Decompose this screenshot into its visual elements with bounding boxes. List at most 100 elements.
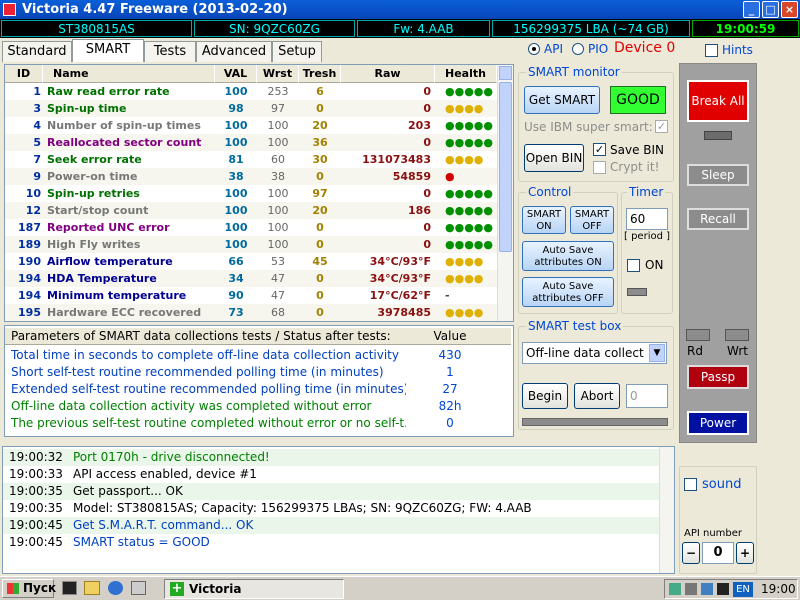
- table-row[interactable]: 7 Seek error rate 81 60 30 131073483 ●●●●: [5, 151, 497, 168]
- col-wrst[interactable]: Wrst: [257, 65, 299, 83]
- api-number-input[interactable]: 0: [702, 542, 734, 564]
- power-button[interactable]: Power: [687, 411, 749, 435]
- table-row[interactable]: 195 Hardware ECC recovered 73 68 0 3978485 ●●●…: [5, 304, 497, 321]
- app-tray-icon[interactable]: [717, 583, 729, 595]
- smart-on-button[interactable]: SMART ON: [522, 206, 566, 234]
- table-row[interactable]: 9 Power-on time 38 38 0 54859 ●: [5, 168, 497, 185]
- folder-icon[interactable]: [84, 581, 100, 595]
- ibm-super-smart-label: Use IBM super smart:: [524, 120, 653, 134]
- cell-raw: 54859: [392, 170, 431, 183]
- sleep-button[interactable]: Sleep: [687, 164, 749, 186]
- tab-tests[interactable]: Tests: [144, 41, 196, 62]
- close-button[interactable]: ×: [781, 1, 798, 18]
- test-type-select[interactable]: Off-line data collect ▼: [522, 342, 667, 364]
- api-number-decrement[interactable]: −: [682, 542, 700, 564]
- tab-strip: Standard SMART Tests Advanced Setup: [0, 39, 520, 62]
- col-raw[interactable]: Raw: [341, 65, 435, 83]
- tab-standard[interactable]: Standard: [2, 41, 72, 62]
- timer-period-input[interactable]: 60: [626, 208, 668, 230]
- chevron-down-icon[interactable]: ▼: [649, 344, 665, 362]
- table-row[interactable]: 1 Raw read error rate 100 253 6 0 ●●●●●: [5, 83, 497, 100]
- cell-name: Start/stop count: [47, 204, 149, 217]
- timer-indicator: [627, 288, 647, 296]
- sound-checkbox[interactable]: [684, 478, 697, 491]
- table-row[interactable]: 190 Airflow temperature 66 53 45 34°C/93°F ●●●…: [5, 253, 497, 270]
- victoria-app-icon: +: [170, 581, 184, 596]
- start-button[interactable]: Пуск: [2, 579, 56, 598]
- table-header: ID Name VAL Wrst Tresh Raw Health: [5, 65, 497, 83]
- cell-tresh: 0: [316, 289, 324, 302]
- abort-button[interactable]: Abort: [574, 383, 620, 409]
- test-value-field[interactable]: 0: [626, 384, 668, 408]
- cell-id: 3: [33, 102, 41, 115]
- cell-wrst: 100: [267, 119, 289, 132]
- console-icon[interactable]: [62, 581, 77, 595]
- tab-setup[interactable]: Setup: [272, 41, 322, 62]
- monitor-icon[interactable]: [701, 583, 713, 595]
- cell-health: ●●●●●: [445, 221, 493, 234]
- minimize-button[interactable]: _: [743, 1, 760, 18]
- table-row[interactable]: 4 Number of spin-up times 100 100 20 203 ●●●●●: [5, 117, 497, 134]
- log-message: API access enabled, device #1: [73, 467, 257, 481]
- cell-id: 189: [18, 238, 41, 251]
- cell-raw: 17°C/62°F: [369, 289, 431, 302]
- autosave-on-button[interactable]: Auto Save attributes ON: [522, 241, 614, 271]
- table-row[interactable]: 194 Minimum temperature 90 47 0 17°C/62°F -: [5, 287, 497, 304]
- network-icon[interactable]: [669, 583, 681, 595]
- test-progress-bar: [522, 418, 668, 426]
- media-icon[interactable]: [131, 581, 146, 595]
- language-indicator[interactable]: EN: [733, 582, 753, 597]
- cell-tresh: 20: [312, 119, 328, 132]
- autosave-off-button[interactable]: Auto Save attributes OFF: [522, 277, 614, 307]
- col-val[interactable]: VAL: [215, 65, 257, 83]
- passp-button[interactable]: Passp: [687, 365, 749, 389]
- drive-info-bar: ST380815AS SN: 9QZC60ZG Fw: 4.AAB 156299…: [0, 19, 800, 38]
- cell-name: Minimum temperature: [47, 289, 187, 302]
- params-label: Off-line data collection activity was co…: [11, 399, 372, 413]
- api-radio[interactable]: [528, 43, 540, 55]
- hints-checkbox[interactable]: [705, 44, 718, 57]
- get-smart-button[interactable]: Get SMART: [524, 86, 600, 114]
- save-bin-checkbox[interactable]: ✓: [593, 143, 606, 156]
- smart-off-button[interactable]: SMART OFF: [570, 206, 614, 234]
- crypt-checkbox[interactable]: [593, 161, 606, 174]
- tab-smart[interactable]: SMART: [72, 39, 144, 62]
- tab-advanced[interactable]: Advanced: [196, 41, 272, 62]
- col-name[interactable]: Name: [43, 65, 215, 83]
- begin-button[interactable]: Begin: [522, 383, 568, 409]
- cell-wrst: 47: [271, 272, 285, 285]
- cell-raw: 0: [423, 102, 431, 115]
- table-row[interactable]: 5 Reallocated sector count 100 100 36 0 ●●●●●: [5, 134, 497, 151]
- taskbar-victoria-button[interactable]: + Victoria: [164, 579, 344, 599]
- drive-firmware: Fw: 4.AAB: [357, 20, 490, 37]
- ibm-super-smart-checkbox[interactable]: ✓: [655, 120, 668, 133]
- table-row[interactable]: 187 Reported UNC error 100 100 0 0 ●●●●●: [5, 219, 497, 236]
- cell-tresh: 0: [316, 102, 324, 115]
- col-health[interactable]: Health: [435, 65, 497, 83]
- cell-wrst: 100: [267, 187, 289, 200]
- maximize-button[interactable]: □: [762, 1, 779, 18]
- tray-clock: 19:00: [761, 582, 796, 596]
- table-row[interactable]: 194 HDA Temperature 34 47 0 34°C/93°F ●●●●: [5, 270, 497, 287]
- table-row[interactable]: 10 Spin-up retries 100 100 97 0 ●●●●●: [5, 185, 497, 202]
- table-row[interactable]: 189 High Fly writes 100 100 0 0 ●●●●●: [5, 236, 497, 253]
- table-row[interactable]: 12 Start/stop count 100 100 20 186 ●●●●●: [5, 202, 497, 219]
- table-scrollbar[interactable]: [497, 65, 513, 321]
- params-row: The previous self-test routine completed…: [5, 415, 511, 432]
- table-row[interactable]: 3 Spin-up time 98 97 0 0 ●●●●: [5, 100, 497, 117]
- log-time: 19:00:33: [9, 467, 63, 481]
- log-scrollbar[interactable]: [659, 447, 674, 573]
- col-id[interactable]: ID: [5, 65, 43, 83]
- cell-name: Reallocated sector count: [47, 136, 202, 149]
- api-number-increment[interactable]: +: [736, 542, 754, 564]
- break-all-button[interactable]: Break All: [687, 80, 749, 122]
- cell-val: 34: [228, 272, 244, 285]
- timer-on-checkbox[interactable]: [627, 259, 640, 272]
- recall-button[interactable]: Recall: [687, 208, 749, 230]
- log-message: Port 0170h - drive disconnected!: [73, 450, 270, 464]
- col-tresh[interactable]: Tresh: [299, 65, 341, 83]
- browser-icon[interactable]: [108, 581, 123, 595]
- open-bin-button[interactable]: Open BIN: [524, 144, 584, 172]
- speaker-icon[interactable]: [685, 583, 697, 595]
- pio-radio[interactable]: [572, 43, 584, 55]
